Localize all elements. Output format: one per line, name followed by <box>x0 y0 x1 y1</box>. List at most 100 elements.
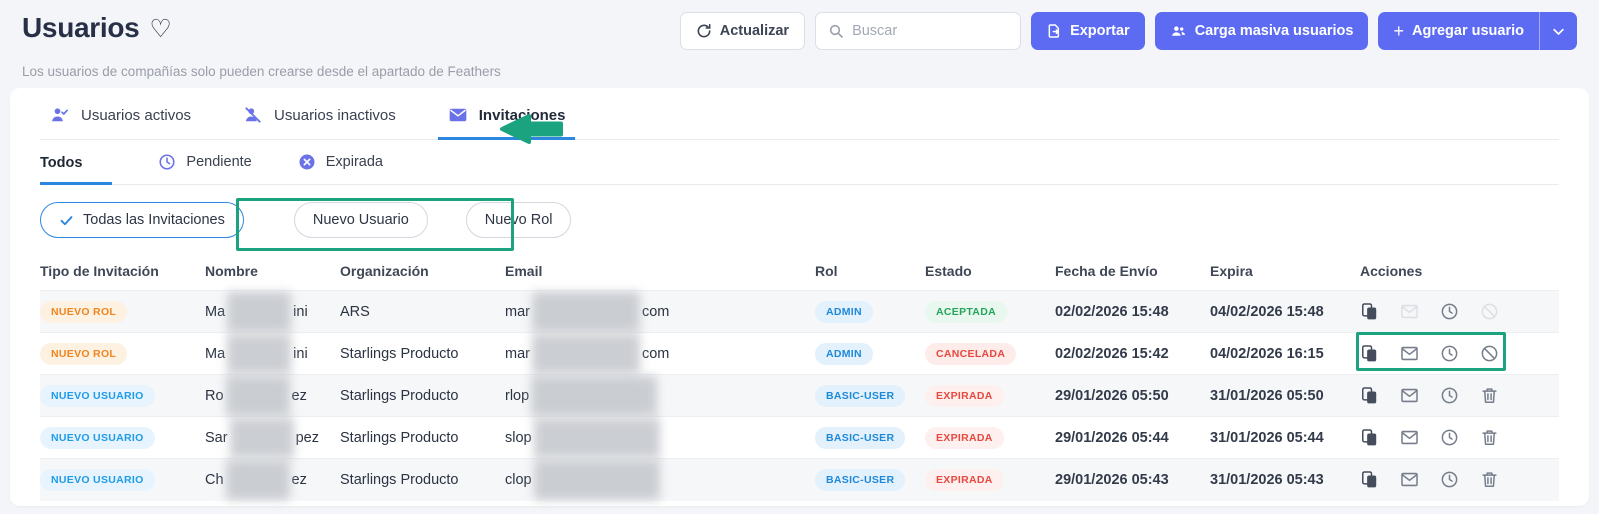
column-header: Tipo de Invitación <box>40 254 205 291</box>
invitation-type-badge: NUEVO USUARIO <box>40 427 155 449</box>
trash-action-icon[interactable] <box>1480 428 1499 447</box>
bulk-upload-label: Carga masiva usuarios <box>1195 23 1354 39</box>
ban-action-icon[interactable] <box>1480 302 1499 321</box>
filter-all-invitations[interactable]: Todas las Invitaciones <box>40 202 244 238</box>
role-badge: ADMIN <box>815 343 873 365</box>
row-actions <box>1360 428 1553 447</box>
chevron-down-icon <box>1551 24 1566 39</box>
tab-label: Usuarios activos <box>81 107 191 124</box>
column-header: Rol <box>815 254 925 291</box>
table-row: NUEVO ROL Maini ARS marcom ADMIN ACEPTAD… <box>40 291 1559 333</box>
name-cell: Chez <box>205 459 340 501</box>
name-cell: Maini <box>205 333 340 375</box>
tab-invitaciones[interactable]: Invitaciones <box>438 88 576 140</box>
ban-action-icon[interactable] <box>1480 344 1499 363</box>
name-cell: Sarpez <box>205 417 340 459</box>
organization-cell: Starlings Producto <box>340 417 505 459</box>
header-controls: Actualizar Exportar Carga masiva usuario… <box>680 12 1577 50</box>
mail-action-icon[interactable] <box>1400 302 1419 321</box>
subtab-label: Todos <box>40 155 82 171</box>
email-visible-suffix: com <box>642 346 669 362</box>
content-card: Usuarios activos Usuarios inactivos Invi… <box>10 88 1589 506</box>
table-row: NUEVO USUARIO Roez Starlings Producto rl… <box>40 375 1559 417</box>
name-visible-prefix: Ma <box>205 346 225 362</box>
role-badge: BASIC-USER <box>815 469 905 491</box>
search-box <box>815 12 1021 50</box>
check-icon <box>59 213 74 228</box>
subtab-pendiente[interactable]: Pendiente <box>158 140 251 185</box>
copy-action-icon[interactable] <box>1360 386 1379 405</box>
tab-label: Usuarios inactivos <box>274 107 396 124</box>
status-badge: EXPIRADA <box>925 385 1004 407</box>
trash-action-icon[interactable] <box>1480 470 1499 489</box>
filter-label: Todas las Invitaciones <box>83 212 225 228</box>
tab-usuarios-activos[interactable]: Usuarios activos <box>40 88 201 140</box>
mail-action-icon[interactable] <box>1400 386 1419 405</box>
sent-date-cell: 29/01/2026 05:44 <box>1055 417 1210 459</box>
role-badge: BASIC-USER <box>815 427 905 449</box>
email-cell: slop <box>505 417 815 459</box>
search-input[interactable] <box>852 23 1008 39</box>
role-badge: ADMIN <box>815 301 873 323</box>
x-circle-icon <box>298 153 316 171</box>
column-header: Expira <box>1210 254 1360 291</box>
row-actions <box>1360 302 1553 321</box>
subtab-expirada[interactable]: Expirada <box>298 140 383 185</box>
trash-action-icon[interactable] <box>1480 386 1499 405</box>
expire-date-cell: 04/02/2026 15:48 <box>1210 291 1360 333</box>
user-check-icon <box>50 105 70 125</box>
sent-date-cell: 29/01/2026 05:43 <box>1055 459 1210 501</box>
subtab-todos[interactable]: Todos <box>40 142 112 185</box>
copy-action-icon[interactable] <box>1360 302 1379 321</box>
name-cell: Roez <box>205 375 340 417</box>
redacted-name <box>230 418 294 458</box>
clock-action-icon[interactable] <box>1440 302 1459 321</box>
page-title: Usuarios <box>22 12 139 44</box>
mail-action-icon[interactable] <box>1400 428 1419 447</box>
redacted-email <box>532 292 640 332</box>
email-visible-prefix: mar <box>505 346 530 362</box>
filter-new-user[interactable]: Nuevo Usuario <box>294 202 428 238</box>
redacted-email <box>531 376 657 416</box>
tab-usuarios-inactivos[interactable]: Usuarios inactivos <box>233 88 406 140</box>
email-cell: clop <box>505 459 815 501</box>
name-visible-prefix: Ro <box>205 388 224 404</box>
clock-action-icon[interactable] <box>1440 428 1459 447</box>
organization-cell: Starlings Producto <box>340 375 505 417</box>
copy-action-icon[interactable] <box>1360 428 1379 447</box>
column-header: Organización <box>340 254 505 291</box>
export-label: Exportar <box>1070 23 1130 39</box>
add-user-button[interactable]: + Agregar usuario <box>1378 12 1539 50</box>
bulk-upload-button[interactable]: Carga masiva usuarios <box>1155 12 1369 50</box>
role-badge: BASIC-USER <box>815 385 905 407</box>
filter-new-role[interactable]: Nuevo Rol <box>466 202 572 238</box>
clock-action-icon[interactable] <box>1440 470 1459 489</box>
page-header: Usuarios ♡ Actualizar Exportar <box>0 0 1599 79</box>
favorite-heart-icon[interactable]: ♡ <box>149 17 171 42</box>
column-header: Fecha de Envío <box>1055 254 1210 291</box>
email-visible-suffix: com <box>642 304 669 320</box>
column-header: Acciones <box>1360 254 1559 291</box>
column-header: Nombre <box>205 254 340 291</box>
filter-label: Nuevo Rol <box>485 212 553 228</box>
clock-action-icon[interactable] <box>1440 344 1459 363</box>
sent-date-cell: 29/01/2026 05:50 <box>1055 375 1210 417</box>
main-tabs: Usuarios activos Usuarios inactivos Invi… <box>40 88 1559 140</box>
add-user-dropdown-button[interactable] <box>1539 12 1577 50</box>
email-cell: rlop <box>505 375 815 417</box>
add-user-label: Agregar usuario <box>1412 23 1524 39</box>
mail-action-icon[interactable] <box>1400 344 1419 363</box>
clock-action-icon[interactable] <box>1440 386 1459 405</box>
sent-date-cell: 02/02/2026 15:48 <box>1055 291 1210 333</box>
export-button[interactable]: Exportar <box>1031 12 1145 50</box>
refresh-button[interactable]: Actualizar <box>680 12 805 50</box>
copy-action-icon[interactable] <box>1360 470 1379 489</box>
email-cell: marcom <box>505 291 815 333</box>
copy-action-icon[interactable] <box>1360 344 1379 363</box>
column-header: Estado <box>925 254 1055 291</box>
users-group-icon <box>1170 23 1187 40</box>
organization-cell: Starlings Producto <box>340 333 505 375</box>
name-visible-suffix: ini <box>293 304 308 320</box>
expire-date-cell: 31/01/2026 05:50 <box>1210 375 1360 417</box>
mail-action-icon[interactable] <box>1400 470 1419 489</box>
